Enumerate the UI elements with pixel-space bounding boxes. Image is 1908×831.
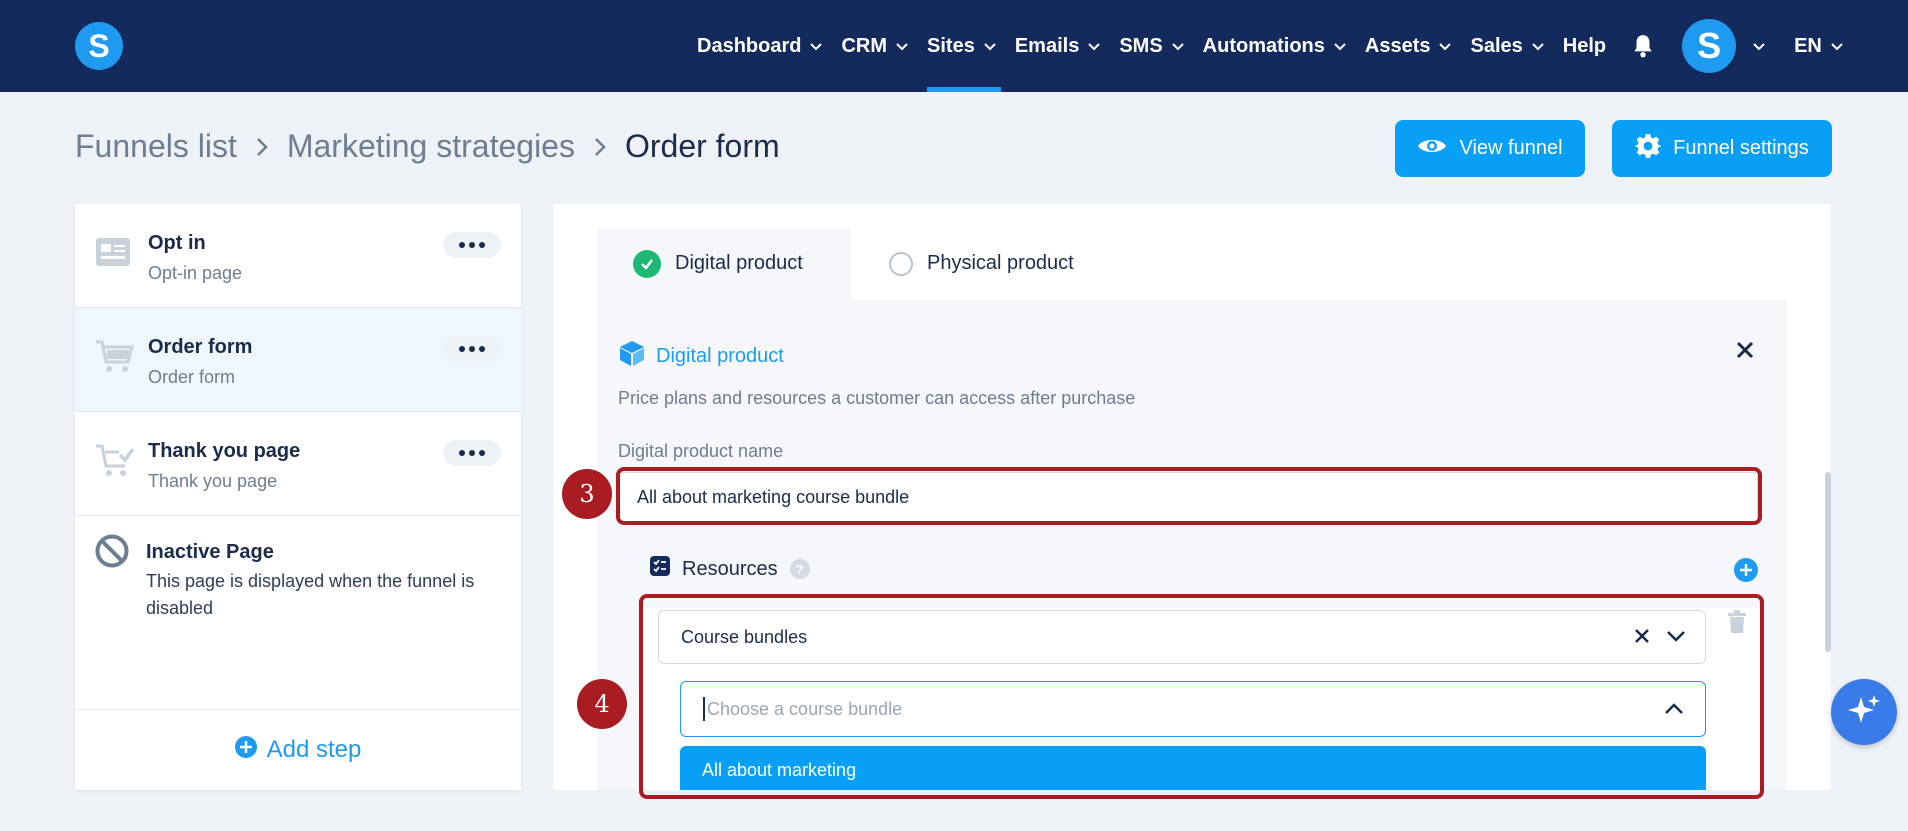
ai-assistant-button[interactable] bbox=[1831, 679, 1897, 745]
opt-in-page-icon bbox=[95, 234, 131, 270]
breadcrumb: Funnels list Marketing strategies Order … bbox=[75, 128, 780, 165]
step-badge-3: 3 bbox=[562, 469, 612, 519]
nav-item-label: Sites bbox=[927, 34, 975, 57]
chevron-down-icon bbox=[809, 39, 823, 53]
resources-heading-label: Resources bbox=[682, 557, 778, 580]
cart-check-icon bbox=[95, 442, 135, 478]
close-icon[interactable] bbox=[1735, 340, 1757, 362]
digital-product-heading-label: Digital product bbox=[656, 344, 784, 367]
step-subtitle: Order form bbox=[148, 367, 236, 387]
box-icon bbox=[618, 339, 646, 373]
add-step-label: Add step bbox=[266, 736, 362, 763]
gear-icon bbox=[1635, 133, 1662, 165]
nav-item-sms[interactable]: SMS bbox=[1119, 0, 1184, 92]
nav-item-label: Emails bbox=[1014, 34, 1080, 57]
main-nav: Dashboard CRM Sites Emails SMS Automatio… bbox=[697, 0, 1862, 92]
nav-item-emails[interactable]: Emails bbox=[1015, 0, 1101, 92]
user-avatar[interactable]: S bbox=[1682, 19, 1737, 73]
breadcrumb-funnels-list[interactable]: Funnels list bbox=[75, 128, 237, 165]
funnel-settings-button[interactable]: Funnel settings bbox=[1612, 120, 1832, 177]
nav-item-help[interactable]: Help bbox=[1563, 0, 1606, 92]
step-title: Thank you page bbox=[148, 440, 301, 462]
chevron-down-icon bbox=[895, 39, 909, 53]
disabled-icon bbox=[95, 534, 129, 573]
plus-circle-icon bbox=[234, 735, 257, 765]
step-subtitle: Opt-in page bbox=[148, 263, 243, 283]
nav-item-label: Sales bbox=[1470, 34, 1523, 57]
chevron-down-icon bbox=[1830, 39, 1844, 53]
nav-item-label: Help bbox=[1562, 34, 1607, 57]
nav-item-sales[interactable]: Sales bbox=[1470, 0, 1544, 92]
step-more-button[interactable] bbox=[443, 336, 501, 362]
check-circle-icon bbox=[633, 249, 661, 278]
inactive-page-description: This page is displayed when the funnel i… bbox=[146, 571, 475, 618]
resources-heading: Resources ? bbox=[650, 556, 810, 582]
chevron-down-icon bbox=[1438, 39, 1452, 53]
language-selector[interactable]: EN bbox=[1794, 0, 1844, 92]
page-title: Order form bbox=[624, 128, 780, 164]
eye-icon bbox=[1417, 136, 1447, 162]
chevron-down-icon bbox=[1531, 39, 1545, 53]
funnel-steps-panel: Opt in Opt-in page Order form Order form… bbox=[75, 204, 521, 790]
nav-item-label: Assets bbox=[1364, 34, 1431, 57]
step-title: Opt in bbox=[148, 232, 206, 254]
highlight-resources bbox=[639, 594, 1764, 799]
add-resource-button[interactable] bbox=[1734, 558, 1758, 582]
step-more-button[interactable] bbox=[443, 440, 501, 466]
step-order-form[interactable]: Order form Order form bbox=[75, 308, 521, 412]
tab-label: Digital product bbox=[675, 252, 803, 274]
nav-item-label: Automations bbox=[1202, 34, 1325, 57]
avatar-menu-toggle[interactable] bbox=[1744, 0, 1766, 92]
inactive-page-title[interactable]: Inactive Page bbox=[146, 541, 274, 564]
step-more-button[interactable] bbox=[443, 232, 501, 258]
tab-label: Physical product bbox=[927, 252, 1074, 274]
scrollbar[interactable] bbox=[1825, 472, 1831, 652]
nav-item-dashboard[interactable]: Dashboard bbox=[697, 0, 823, 92]
product-name-label: Digital product name bbox=[618, 441, 784, 461]
nav-item-label: SMS bbox=[1119, 34, 1163, 57]
cart-icon bbox=[95, 338, 134, 374]
step-subtitle: Thank you page bbox=[148, 471, 278, 491]
step-opt-in[interactable]: Opt in Opt-in page bbox=[75, 204, 521, 308]
checklist-icon bbox=[650, 556, 670, 582]
funnel-settings-label: Funnel settings bbox=[1673, 137, 1809, 159]
highlight-product-name bbox=[616, 467, 1762, 525]
view-funnel-label: View funnel bbox=[1459, 137, 1563, 159]
chevron-right-icon bbox=[593, 136, 607, 158]
digital-product-heading: Digital product bbox=[618, 339, 784, 373]
tab-digital-product[interactable]: Digital product bbox=[597, 227, 851, 300]
top-navigation-bar: S Dashboard CRM Sites Emails SMS Automat… bbox=[0, 0, 1908, 92]
chevron-down-icon bbox=[1171, 39, 1185, 53]
nav-item-sites[interactable]: Sites bbox=[927, 0, 1001, 92]
breadcrumb-marketing-strategies[interactable]: Marketing strategies bbox=[287, 128, 575, 165]
help-icon[interactable]: ? bbox=[789, 559, 810, 579]
chevron-down-icon bbox=[983, 39, 997, 53]
sparkle-icon bbox=[1847, 693, 1881, 732]
nav-item-label: Dashboard bbox=[697, 34, 802, 57]
step-thank-you-page[interactable]: Thank you page Thank you page bbox=[75, 412, 521, 516]
add-step-button[interactable]: Add step bbox=[75, 709, 521, 790]
step-badge-4: 4 bbox=[577, 679, 627, 729]
chevron-down-icon bbox=[1752, 39, 1766, 53]
step-title: Order form bbox=[148, 336, 253, 358]
nav-item-label: CRM bbox=[841, 34, 888, 57]
language-label: EN bbox=[1794, 34, 1822, 57]
radio-empty-icon bbox=[889, 251, 913, 276]
chevron-right-icon bbox=[255, 136, 269, 158]
nav-item-crm[interactable]: CRM bbox=[841, 0, 909, 92]
chevron-down-icon bbox=[1333, 39, 1347, 53]
view-funnel-button[interactable]: View funnel bbox=[1395, 120, 1585, 177]
nav-item-assets[interactable]: Assets bbox=[1365, 0, 1453, 92]
digital-product-description: Price plans and resources a customer can… bbox=[618, 388, 1136, 408]
chevron-down-icon bbox=[1087, 39, 1101, 53]
tab-physical-product[interactable]: Physical product bbox=[889, 227, 1074, 300]
bell-icon[interactable] bbox=[1630, 33, 1656, 59]
app-logo[interactable]: S bbox=[75, 22, 123, 70]
nav-item-automations[interactable]: Automations bbox=[1203, 0, 1347, 92]
